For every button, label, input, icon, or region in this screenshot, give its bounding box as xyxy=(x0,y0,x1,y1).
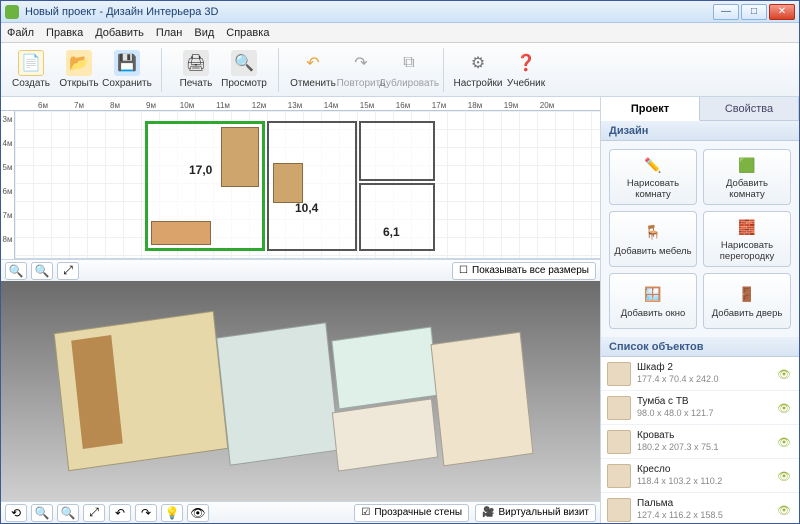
wall-icon: 🧱 xyxy=(736,216,758,238)
zoom-out-3d-button[interactable]: 🔍 xyxy=(31,504,53,522)
tab-project[interactable]: Проект xyxy=(601,97,700,121)
maximize-button[interactable]: □ xyxy=(741,4,767,20)
plan-2d-canvas[interactable]: 17,0 10,4 6,1 xyxy=(15,111,600,259)
room-2-area: 10,4 xyxy=(295,201,318,215)
zoom-out-2d-button[interactable]: 🔍 xyxy=(5,262,27,280)
canvas-area: 6м7м8м9м10м11м12м13м14м15м16м17м18м19м20… xyxy=(1,97,601,523)
object-list[interactable]: Шкаф 2177.4 x 70.4 x 242.0👁 Тумба с ТВ98… xyxy=(601,357,799,523)
app-window: Новый проект - Дизайн Интерьера 3D — □ ✕… xyxy=(0,0,800,524)
zoom-ext-2d-button[interactable]: ⤢ xyxy=(57,262,79,280)
create-button[interactable]: 📄Создать xyxy=(7,48,55,91)
room-3a[interactable] xyxy=(359,121,435,181)
print-button[interactable]: 🖨Печать xyxy=(172,48,220,91)
list-item[interactable]: Кровать180.2 x 207.3 x 75.1👁 xyxy=(601,425,799,459)
open-button[interactable]: 📂Открыть xyxy=(55,48,103,91)
add-window-button[interactable]: 🪟Добавить окно xyxy=(609,273,697,329)
room-1-area: 17,0 xyxy=(189,163,212,177)
menu-help[interactable]: Справка xyxy=(226,27,269,39)
window-title: Новый проект - Дизайн Интерьера 3D xyxy=(25,6,713,18)
plan-2d-footer: 🔍 🔍 ⤢ ☐Показывать все размеры xyxy=(1,259,600,281)
menu-file[interactable]: Файл xyxy=(7,27,34,39)
furniture-sofa[interactable] xyxy=(151,221,211,245)
minimize-button[interactable]: — xyxy=(713,4,739,20)
object-thumb xyxy=(607,430,631,454)
undo-button[interactable]: ↶Отменить xyxy=(289,48,337,91)
pencil-icon: ✏️ xyxy=(642,154,664,176)
duplicate-button[interactable]: ⧉Дублировать xyxy=(385,48,433,91)
list-item[interactable]: Пальма127.4 x 116.2 x 158.5👁 xyxy=(601,493,799,523)
room-3-area: 6,1 xyxy=(383,225,400,239)
room-1[interactable]: 17,0 xyxy=(145,121,265,251)
window-icon: 🪟 xyxy=(642,284,664,306)
close-button[interactable]: ✕ xyxy=(769,4,795,20)
visibility-icon[interactable]: 👁 xyxy=(777,470,793,482)
view-3d-footer: ⟲ 🔍 🔍 ⤢ ↶ ↷ 💡 👁 ☑Прозрачные стены 🎥Вирту… xyxy=(1,501,600,523)
ruler-vertical: 3м4м5м6м7м8м xyxy=(1,111,15,259)
view3d-light-button[interactable]: 💡 xyxy=(161,504,183,522)
app-icon xyxy=(5,5,19,19)
objects-header: Список объектов xyxy=(601,337,799,357)
add-room-button[interactable]: 🟩Добавить комнату xyxy=(703,149,791,205)
furniture-wardrobe[interactable] xyxy=(221,127,259,187)
menu-edit[interactable]: Правка xyxy=(46,27,83,39)
list-item[interactable]: Кресло118.4 x 103.2 x 110.2👁 xyxy=(601,459,799,493)
view3d-rotate-left-button[interactable]: ↶ xyxy=(109,504,131,522)
settings-button[interactable]: ⚙Настройки xyxy=(454,48,502,91)
side-tabs: Проект Свойства xyxy=(601,97,799,121)
object-thumb xyxy=(607,464,631,488)
object-thumb xyxy=(607,362,631,386)
content-area: 6м7м8м9м10м11м12м13м14м15м16м17м18м19м20… xyxy=(1,97,799,523)
preview-button[interactable]: 🔍Просмотр xyxy=(220,48,268,91)
menubar: Файл Правка Добавить План Вид Справка xyxy=(1,23,799,43)
zoom-in-3d-button[interactable]: 🔍 xyxy=(57,504,79,522)
design-grid: ✏️Нарисовать комнату 🟩Добавить комнату 🪑… xyxy=(601,141,799,337)
object-thumb xyxy=(607,498,631,522)
add-room-icon: 🟩 xyxy=(736,154,758,176)
menu-view[interactable]: Вид xyxy=(194,27,214,39)
room-3[interactable]: 6,1 xyxy=(359,183,435,251)
ruler-horizontal: 6м7м8м9м10м11м12м13м14м15м16м17м18м19м20… xyxy=(1,97,600,111)
visibility-icon[interactable]: 👁 xyxy=(777,368,793,380)
menu-plan[interactable]: План xyxy=(156,27,183,39)
checkbox-icon: ☑ xyxy=(361,507,370,518)
view3d-eye-button[interactable]: 👁 xyxy=(187,504,209,522)
room-2[interactable]: 10,4 xyxy=(267,121,357,251)
view-3d-canvas[interactable] xyxy=(1,281,600,501)
camera-icon: 🎥 xyxy=(482,507,494,518)
show-sizes-toggle[interactable]: ☐Показывать все размеры xyxy=(452,262,596,280)
list-item[interactable]: Тумба с ТВ98.0 x 48.0 x 121.7👁 xyxy=(601,391,799,425)
tutorial-button[interactable]: ❓Учебник xyxy=(502,48,550,91)
visibility-icon[interactable]: 👁 xyxy=(777,402,793,414)
menu-add[interactable]: Добавить xyxy=(95,27,144,39)
view3d-reset-button[interactable]: ⤢ xyxy=(83,504,105,522)
design-header: Дизайн xyxy=(601,121,799,141)
chair-icon: 🪑 xyxy=(642,222,664,244)
side-panel: Проект Свойства Дизайн ✏️Нарисовать комн… xyxy=(601,97,799,523)
draw-room-button[interactable]: ✏️Нарисовать комнату xyxy=(609,149,697,205)
toolbar: 📄Создать 📂Открыть 💾Сохранить 🖨Печать 🔍Пр… xyxy=(1,43,799,97)
add-furniture-button[interactable]: 🪑Добавить мебель xyxy=(609,211,697,267)
save-button[interactable]: 💾Сохранить xyxy=(103,48,151,91)
titlebar: Новый проект - Дизайн Интерьера 3D — □ ✕ xyxy=(1,1,799,23)
door-icon: 🚪 xyxy=(736,284,758,306)
visibility-icon[interactable]: 👁 xyxy=(777,436,793,448)
checkbox-icon: ☐ xyxy=(459,265,468,276)
visibility-icon[interactable]: 👁 xyxy=(777,504,793,516)
view3d-rotate-right-button[interactable]: ↷ xyxy=(135,504,157,522)
zoom-in-2d-button[interactable]: 🔍 xyxy=(31,262,53,280)
list-item[interactable]: Шкаф 2177.4 x 70.4 x 242.0👁 xyxy=(601,357,799,391)
view3d-angle-button[interactable]: ⟲ xyxy=(5,504,27,522)
object-thumb xyxy=(607,396,631,420)
draw-wall-button[interactable]: 🧱Нарисовать перегородку xyxy=(703,211,791,267)
redo-button[interactable]: ↷Повторить xyxy=(337,48,385,91)
transparent-walls-toggle[interactable]: ☑Прозрачные стены xyxy=(354,504,469,522)
virtual-tour-button[interactable]: 🎥Виртуальный визит xyxy=(475,504,596,522)
add-door-button[interactable]: 🚪Добавить дверь xyxy=(703,273,791,329)
tab-properties[interactable]: Свойства xyxy=(700,97,799,120)
furniture-table[interactable] xyxy=(273,163,303,203)
